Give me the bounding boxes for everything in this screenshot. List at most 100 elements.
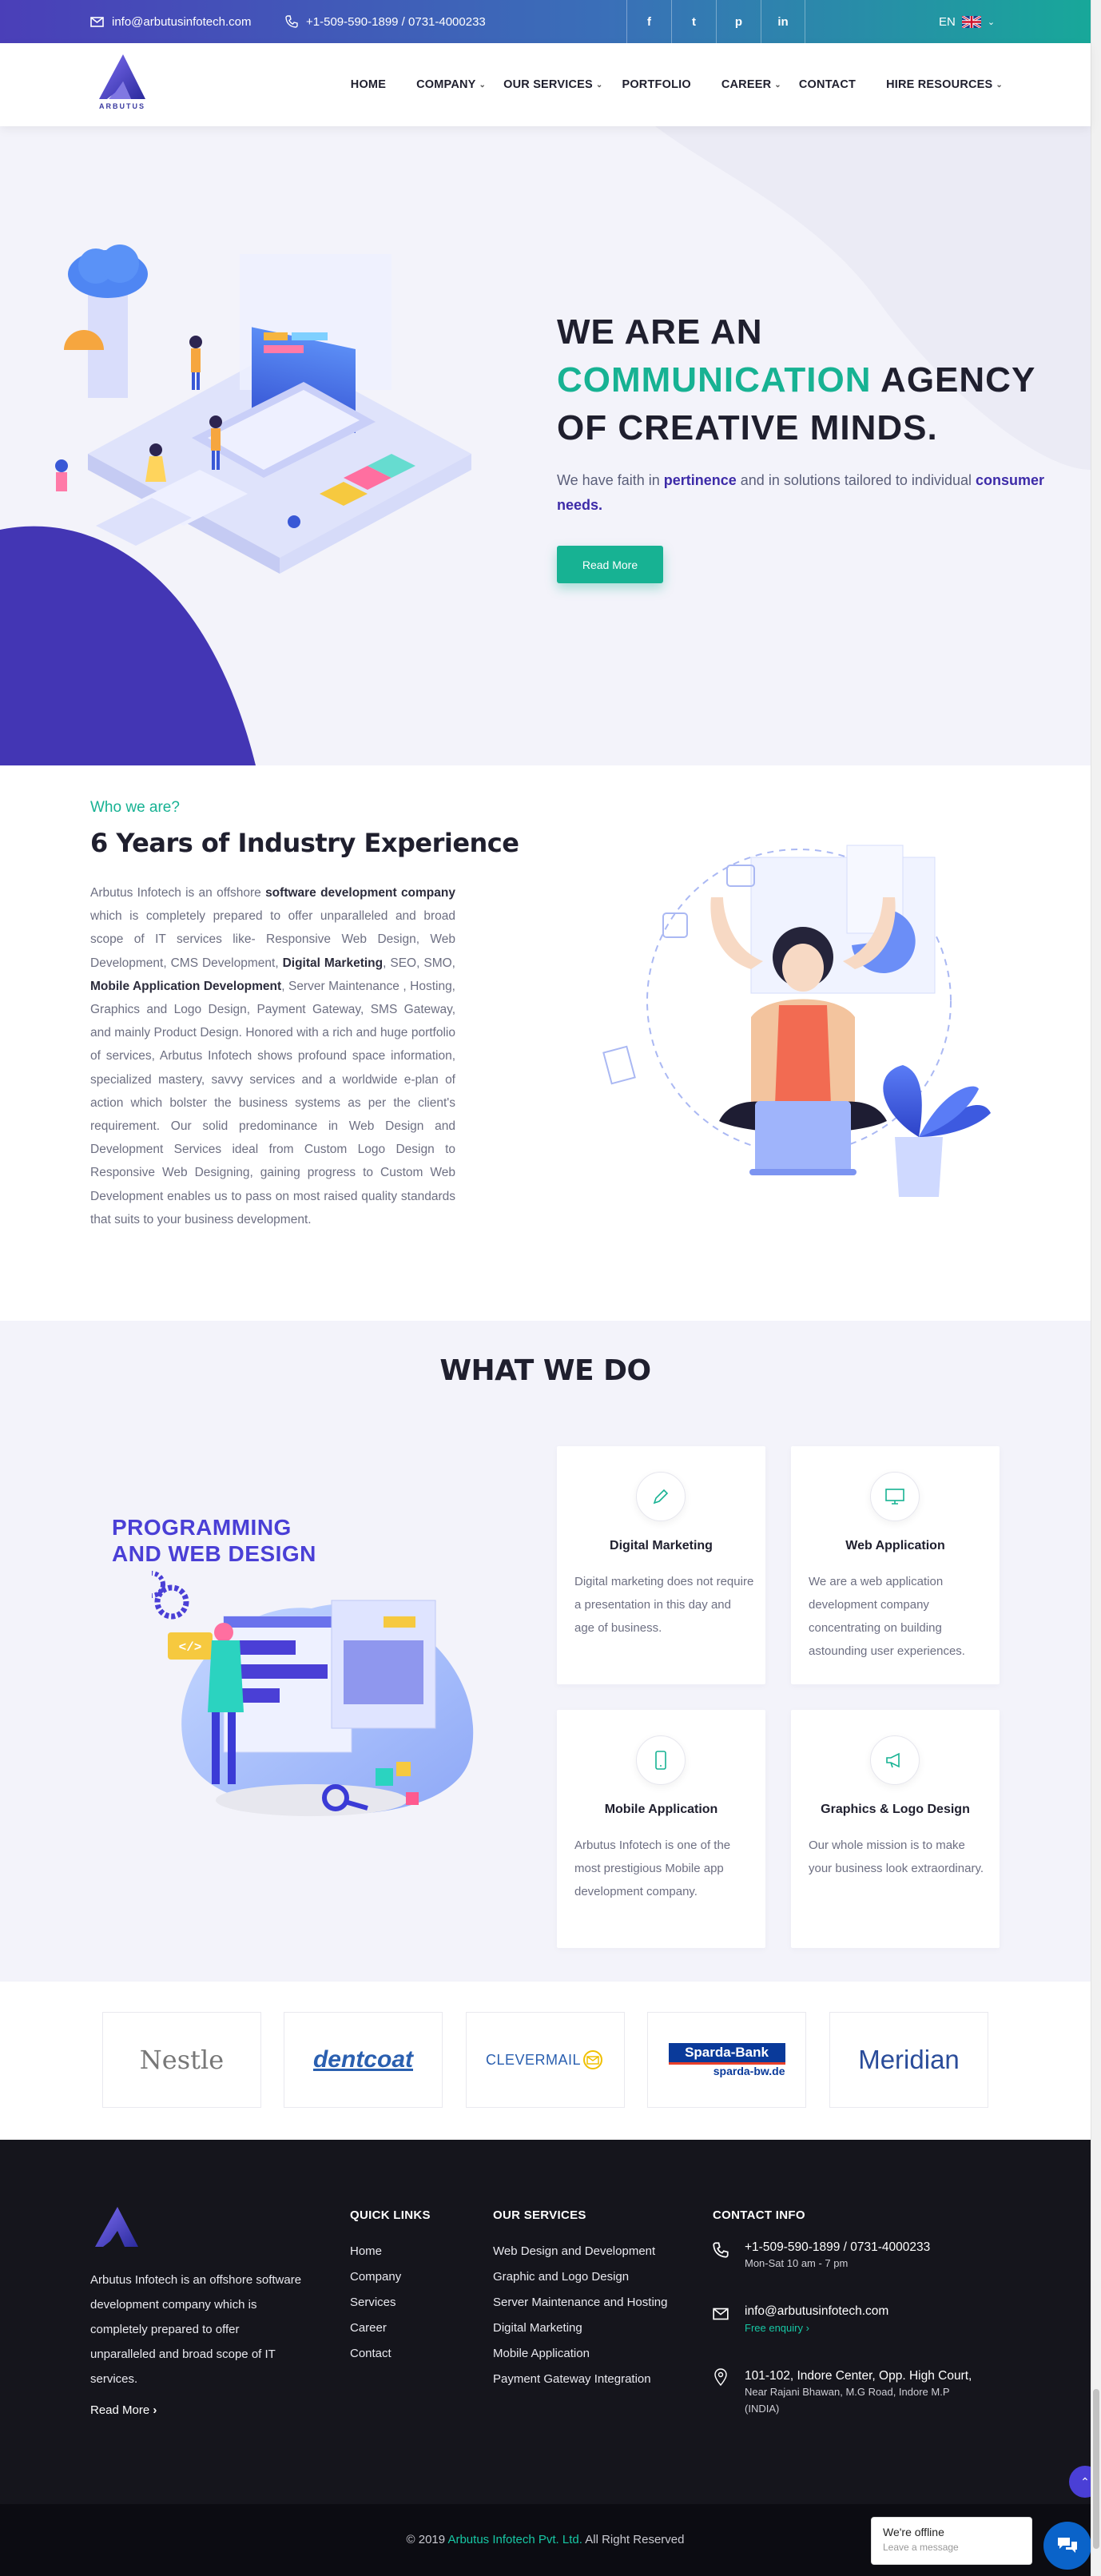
mobile-icon [636,1735,686,1785]
footer-phone-text: +1-509-590-1899 / 0731-4000233 [745,2240,931,2254]
chevron-down-icon: ⌄ [595,80,603,89]
footer-address-line2: Near Rajani Bhawan, M.G Road, Indore M.P [745,2386,950,2398]
our-services-title: OUR SERVICES [493,2208,586,2222]
free-enquiry-link[interactable]: Free enquiry › [745,2322,888,2334]
pencil-icon [636,1472,686,1521]
footer-about-text: Arbutus Infotech is an offshore software… [90,2273,302,2386]
footer-address: 101-102, Indore Center, Opp. High Court,… [745,2369,972,2417]
nav-hire-resources[interactable]: HIRE RESOURCES ⌄ [886,78,1003,91]
service-card-text: Our whole mission is to make your busine… [809,1839,984,1875]
feature-title-line1: PROGRAMMING [112,1515,292,1540]
nav-our-services[interactable]: OUR SERVICES ⌄ [503,78,602,91]
about-section: Who we are? 6 Years of Industry Experien… [0,765,1091,1321]
about-link-digital-marketing[interactable]: Digital Marketing [283,956,384,970]
nav-home[interactable]: HOME [351,78,386,91]
service-card-title: Mobile Application [604,1803,718,1816]
location-pin-icon [714,2368,727,2386]
hero-read-more-button[interactable]: Read More [557,546,663,583]
about-link-mobile[interactable]: Mobile Application Development [90,980,281,993]
footer-read-more-label: Read More [90,2403,150,2417]
footer-service-web-design[interactable]: Web Design and Development [493,2239,667,2264]
mail-icon [713,2308,729,2320]
client-sparda-text: Sparda-Bank [668,2042,785,2065]
programming-illustration: </> [152,1571,474,1816]
uk-flag-icon [961,15,981,28]
about-link-software[interactable]: software development company [265,886,455,900]
chat-button[interactable] [1043,2522,1091,2570]
footer-link-career[interactable]: Career [350,2316,401,2341]
topbar-email[interactable]: info@arbutusinfotech.com [90,0,252,43]
footer-link-home[interactable]: Home [350,2239,401,2264]
about-kicker: Who we are? [90,799,180,816]
clients-section: Nestle dentcoat CLEVERMAIL Sparda-Bank s… [0,1982,1091,2140]
client-sparda-url: sparda-bw.de [713,2064,785,2077]
service-card-graphics-logo[interactable]: Graphics & Logo Design Our whole mission… [791,1710,1000,1948]
page-scrollbar[interactable] [1091,0,1101,2576]
linkedin-icon[interactable]: in [761,0,805,43]
chat-widget-popup[interactable]: We're offline Leave a message [871,2517,1032,2565]
chat-action: Leave a message [883,2542,959,2553]
nav-contact[interactable]: CONTACT [799,78,856,91]
footer-service-mobile[interactable]: Mobile Application [493,2341,667,2367]
service-card-digital-marketing[interactable]: Digital Marketing Digital marketing does… [557,1446,765,1684]
about-body: Arbutus Infotech is an offshore software… [90,881,455,1231]
about-text-4: , Server Maintenance , Hosting, Graphics… [90,979,455,1226]
topbar-phone[interactable]: +1-509-590-1899 / 0731-4000233 [285,0,486,43]
nav-portfolio[interactable]: PORTFOLIO [622,78,690,91]
service-card-web-application[interactable]: Web Application We are a web application… [791,1446,1000,1684]
hero-illustration [55,244,471,574]
social-links: f t p in [626,0,805,43]
footer-service-payment[interactable]: Payment Gateway Integration [493,2367,667,2392]
arbutus-logo[interactable]: ARBUTUS [93,51,152,115]
nav-portfolio-label: PORTFOLIO [622,78,691,91]
hero-heading-line3: OF CREATIVE MINDS. [557,408,938,447]
chevron-right-icon: › [153,2403,157,2417]
twitter-icon[interactable]: t [671,0,716,43]
footer-logo-icon[interactable] [90,2205,143,2255]
nav-menu: HOME COMPANY ⌄ OUR SERVICES ⌄ PORTFOLIO CA… [320,43,1003,126]
footer-link-services[interactable]: Services [350,2290,401,2316]
what-we-do-section: WHAT WE DO PROGRAMMING AND WEB DESIGN </> [0,1321,1091,1982]
nav-services-label: OUR SERVICES [503,78,593,91]
copyright-prefix: © 2019 [406,2533,448,2546]
what-we-do-title: WHAT WE DO [439,1354,651,1387]
pinterest-icon[interactable]: p [716,0,761,43]
facebook-icon[interactable]: f [626,0,671,43]
hero-heading-line1: WE ARE AN [557,312,763,352]
nav-hire-label: HIRE RESOURCES [886,78,993,91]
service-card-mobile-application[interactable]: Mobile Application Arbutus Infotech is o… [557,1710,765,1948]
client-logo-sparda: Sparda-Bank sparda-bw.de [647,2012,806,2108]
nav-career[interactable]: CAREER ⌄ [721,78,781,91]
footer-email[interactable]: info@arbutusinfotech.com Free enquiry › [745,2304,888,2334]
client-meridian-text: Meridian [858,2045,960,2074]
language-selector[interactable]: EN ⌄ [939,0,995,43]
chat-status: We're offline [883,2526,944,2538]
main-navbar: ARBUTUS HOME COMPANY ⌄ OUR SERVICES ⌄ PORT… [0,43,1091,126]
footer-link-contact[interactable]: Contact [350,2341,401,2367]
copyright-company-link[interactable]: Arbutus Infotech Pvt. Ltd. [447,2533,582,2546]
footer-service-server[interactable]: Server Maintenance and Hosting [493,2290,667,2316]
footer-address-line3: (INDIA) [745,2403,780,2415]
nav-company[interactable]: COMPANY ⌄ [416,78,486,91]
footer-read-more-link[interactable]: Read More › [90,2403,157,2417]
chevron-right-icon: › [805,2322,809,2334]
footer-link-company[interactable]: Company [350,2264,401,2290]
hero-section: WE ARE AN COMMUNICATION AGENCY OF CREATI… [0,126,1091,765]
services-list: Web Design and Development Graphic and L… [493,2239,667,2392]
footer-service-graphic-logo[interactable]: Graphic and Logo Design [493,2264,667,2290]
language-label: EN [939,14,956,29]
envelope-icon [583,2050,603,2069]
footer-service-digital-marketing[interactable]: Digital Marketing [493,2316,667,2341]
footer-phone[interactable]: +1-509-590-1899 / 0731-4000233 Mon-Sat 1… [745,2240,930,2272]
chevron-down-icon: ⌄ [987,17,996,27]
quick-links-list: Home Company Services Career Contact [350,2239,401,2367]
about-illustration [602,845,991,1197]
nav-company-label: COMPANY [416,78,476,91]
chat-bubbles-icon [1058,2538,1077,2553]
hero-subtitle: We have faith in pertinence and in solut… [557,468,1076,518]
chevron-down-icon: ⌄ [774,80,781,89]
service-card-text: Digital marketing does not require a pre… [574,1575,754,1635]
scrollbar-thumb[interactable] [1093,2389,1099,2549]
top-bar: info@arbutusinfotech.com +1-509-590-1899… [0,0,1101,43]
service-card-title: Digital Marketing [610,1539,713,1552]
